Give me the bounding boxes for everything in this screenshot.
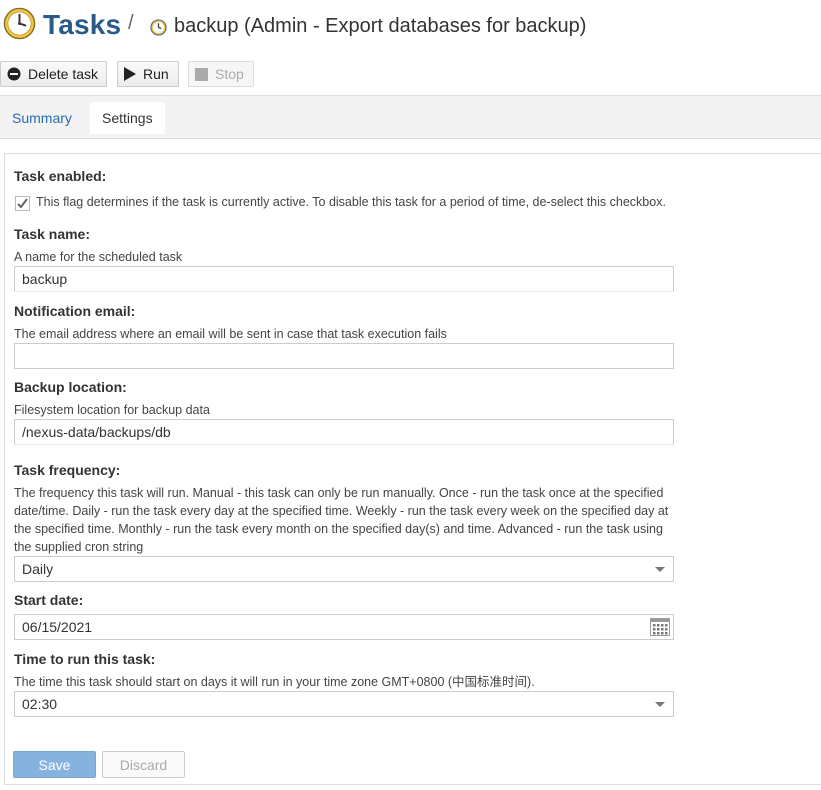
backup-location-input[interactable]: /nexus-data/backups/db (14, 419, 674, 445)
task-name-label: Task name: (14, 226, 90, 242)
tab-settings[interactable]: Settings (90, 102, 165, 134)
start-date-label: Start date: (14, 592, 84, 608)
page-header: Tasks / backup (Admin - Export databases… (0, 0, 821, 55)
task-enabled-help: This flag determines if the task is curr… (36, 195, 666, 209)
task-frequency-help: The frequency this task will run. Manual… (14, 486, 669, 554)
task-frequency-select[interactable]: Daily (14, 556, 674, 582)
time-to-run-label: Time to run this task: (14, 651, 156, 667)
task-title: backup (Admin - Export databases for bac… (174, 15, 587, 37)
run-button[interactable]: Run (117, 61, 179, 87)
start-date-input[interactable]: 06/15/2021 (14, 614, 674, 640)
stop-label: Stop (215, 66, 244, 82)
time-to-run-help: The time this task should start on days … (14, 675, 535, 689)
tab-bar: Summary Settings (0, 95, 821, 139)
backup-location-help: Filesystem location for backup data (14, 403, 210, 417)
stop-icon (195, 67, 208, 81)
run-label: Run (143, 66, 169, 82)
task-name-help: A name for the scheduled task (14, 250, 183, 264)
delete-task-label: Delete task (28, 66, 99, 82)
backup-location-label: Backup location: (14, 379, 127, 395)
breadcrumb-separator: / (128, 12, 134, 34)
play-icon (124, 67, 136, 81)
start-date-value: 06/15/2021 (22, 619, 93, 635)
delete-task-button[interactable]: Delete task (0, 61, 107, 87)
page-title[interactable]: Tasks (43, 9, 121, 41)
chevron-down-icon[interactable] (655, 567, 665, 572)
clock-icon (3, 7, 36, 40)
chevron-down-icon[interactable] (655, 702, 665, 707)
calendar-icon[interactable] (650, 618, 670, 636)
task-enabled-checkbox[interactable] (15, 196, 30, 211)
notification-email-label: Notification email: (14, 303, 136, 319)
task-frequency-value: Daily (22, 561, 54, 577)
backup-location-value: /nexus-data/backups/db (22, 424, 171, 440)
notification-email-input[interactable] (14, 343, 674, 369)
task-name-input[interactable]: backup (14, 266, 674, 292)
tab-summary[interactable]: Summary (0, 102, 84, 134)
discard-button[interactable]: Discard (102, 751, 185, 778)
task-enabled-label: Task enabled: (14, 168, 107, 184)
time-to-run-value: 02:30 (22, 696, 58, 712)
task-clock-icon (150, 19, 167, 36)
task-name-value: backup (22, 271, 68, 287)
notification-email-help: The email address where an email will be… (14, 327, 447, 341)
stop-button[interactable]: Stop (188, 61, 254, 87)
delete-icon (7, 67, 21, 81)
save-button[interactable]: Save (13, 751, 96, 778)
task-frequency-label: Task frequency: (14, 462, 121, 478)
time-to-run-select[interactable]: 02:30 (14, 691, 674, 717)
